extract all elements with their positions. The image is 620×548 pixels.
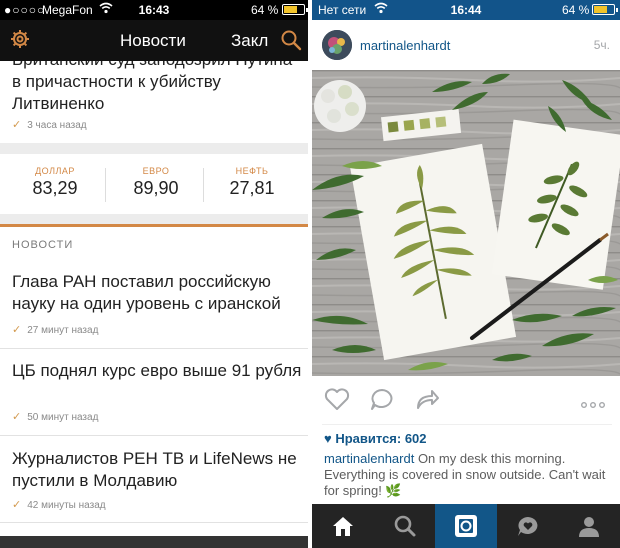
rate-euro[interactable]: ЕВРО 89,90 [105,154,207,199]
article-meta: ✓ 27 минут назад [12,323,98,336]
post-actions [312,376,620,422]
article-meta: ✓ 42 минуты назад [12,498,106,511]
article-time: 50 минут назад [27,412,99,423]
bottom-tab-bar [312,504,620,548]
status-bar: Нет сети 16:44 64 % [312,0,620,20]
caption-username[interactable]: martinalenhardt [324,451,414,466]
battery-percent: 64 % [251,3,279,17]
header-tab-bookmarks-front[interactable]: Закл [231,31,268,51]
article-time: 42 минуты назад [27,500,106,511]
tab-camera[interactable] [435,504,497,548]
divider [322,424,612,425]
section-accent-bar [0,224,308,227]
instagram-screen: Нет сети 16:44 64 % martinalenhardt 5ч. [312,0,620,548]
list-divider [0,522,308,523]
battery-icon [592,4,618,15]
profile-icon [579,517,599,537]
battery-icon [282,4,308,15]
section-spacer [0,214,308,224]
tab-profile[interactable] [558,504,620,548]
search-icon-front[interactable] [280,29,302,56]
rate-dollar[interactable]: ДОЛЛАР 83,29 [4,154,106,199]
more-icon[interactable] [580,396,606,414]
rate-value: 89,90 [133,178,179,198]
list-divider [0,435,308,436]
next-item-image-edge [0,536,308,548]
rate-label: ДОЛЛАР [35,166,75,176]
currency-rates: ДОЛЛАР 83,29 ЕВРО 89,90 НЕФТЬ 27,81 [0,154,308,214]
settings-gear-icon-front[interactable] [9,28,31,55]
post-photo[interactable] [312,70,620,376]
post-time: 5ч. [593,38,610,52]
home-icon [333,517,353,536]
rate-value: 83,29 [32,178,78,198]
post-caption: martinalenhardt On my desk this morning.… [324,451,618,499]
app-header-front: Новости Закл [0,20,308,61]
section-spacer [0,143,308,154]
comment-icon[interactable] [369,387,395,416]
article-title: ЦБ поднял курс евро выше 91 рубля [12,361,302,380]
avatar[interactable] [322,30,352,60]
article-title: Глава РАН поставил российскую науку на о… [12,272,281,313]
status-bar: ●○○○○ MegaFon 16:43 64 % [0,0,308,20]
rate-value: 27,81 [229,178,275,198]
activity-icon [518,517,538,536]
likes-count[interactable]: ♥ Нравится: 602 [324,431,427,446]
section-title: НОВОСТИ [12,239,74,251]
list-divider [0,348,308,349]
share-icon[interactable] [414,387,440,416]
check-icon: ✓ [12,411,22,423]
tab-home[interactable] [312,504,374,548]
post-username[interactable]: martinalenhardt [360,38,450,53]
rate-oil[interactable]: НЕФТЬ 27,81 [201,154,303,199]
heart-icon[interactable] [324,387,350,416]
search-icon [394,515,416,537]
article-time: 27 минут назад [27,325,99,336]
tab-activity[interactable] [497,504,559,548]
camera-icon [455,515,477,537]
article-meta: ✓ 3 часа назад [12,118,87,131]
battery-percent: 64 % [562,3,590,17]
check-icon: ✓ [12,499,22,511]
article-title: Журналистов РЕН ТВ и LifeNews не пустили… [12,449,297,490]
post-header: martinalenhardt 5ч. [312,20,620,70]
tab-search[interactable] [374,504,436,548]
header-title-front: Новости [120,31,186,50]
rate-label: НЕФТЬ [235,166,269,176]
news-app-screen: ●○○○○ MegaFon 16:43 64 % Новости Закл [0,0,308,548]
article-time: 3 часа назад [27,120,87,131]
article-meta: ✓ 50 минут назад [12,410,98,423]
rate-label: ЕВРО [142,166,170,176]
check-icon: ✓ [12,119,22,131]
check-icon: ✓ [12,324,22,336]
